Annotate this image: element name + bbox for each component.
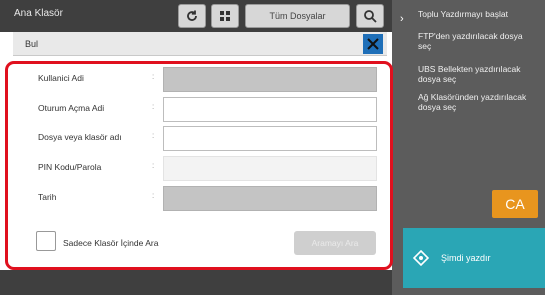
dialog-title: Bul bbox=[25, 39, 39, 49]
folder-only-label: Sadece Klasör İçinde Ara bbox=[63, 238, 159, 248]
login-name-field[interactable] bbox=[163, 97, 377, 122]
all-files-button[interactable]: Tüm Dosyalar bbox=[245, 4, 350, 28]
colon: : bbox=[152, 131, 155, 140]
form-row-username: Kullanici Adi : bbox=[24, 67, 379, 92]
folder-only-checkbox[interactable] bbox=[36, 231, 56, 251]
start-print-label: Şimdi yazdır bbox=[441, 253, 491, 263]
refresh-button[interactable] bbox=[178, 4, 206, 28]
form-row-file-name: Dosya veya klasör adı : bbox=[24, 126, 379, 151]
search-button[interactable] bbox=[356, 4, 384, 28]
start-print-button[interactable]: Şimdi yazdır bbox=[403, 228, 545, 288]
login-name-label: Oturum Açma Adi bbox=[38, 103, 105, 113]
form-row-pin: PIN Kodu/Parola : bbox=[24, 156, 379, 181]
username-label: Kullanici Adi bbox=[38, 73, 84, 83]
folder-title: Ana Klasör bbox=[14, 8, 63, 19]
colon: : bbox=[152, 161, 155, 170]
grid-view-button[interactable] bbox=[211, 4, 239, 28]
date-label: Tarih bbox=[38, 192, 57, 202]
username-field bbox=[163, 67, 377, 92]
search-icon bbox=[364, 10, 377, 23]
dialog-header: Bul bbox=[13, 32, 387, 56]
colon: : bbox=[152, 191, 155, 200]
date-field bbox=[163, 186, 377, 211]
file-name-label: Dosya veya klasör adı bbox=[38, 132, 122, 142]
colon: : bbox=[152, 72, 155, 81]
search-submit-button[interactable]: Aramayı Ara bbox=[294, 231, 376, 255]
close-button[interactable] bbox=[363, 34, 383, 54]
close-icon bbox=[367, 38, 379, 50]
side-item-batch-print[interactable]: Toplu Yazdırmayı başlat bbox=[418, 9, 538, 19]
side-item-usb[interactable]: UBS Bellekten yazdırılacak dosya seç bbox=[418, 64, 538, 84]
start-icon bbox=[413, 250, 429, 266]
side-item-ftp[interactable]: FTP'den yazdırılacak dosya seç bbox=[418, 31, 538, 51]
file-name-field[interactable] bbox=[163, 126, 377, 151]
refresh-icon bbox=[187, 10, 197, 21]
grid-icon bbox=[220, 11, 230, 21]
bottom-bar bbox=[0, 270, 392, 295]
side-item-network[interactable]: Ağ Klasöründen yazdırılacak dosya seç bbox=[418, 92, 538, 112]
form-row-date: Tarih : bbox=[24, 186, 379, 211]
colon: : bbox=[152, 102, 155, 111]
chevron-right-icon: › bbox=[400, 13, 404, 25]
pin-label: PIN Kodu/Parola bbox=[38, 162, 102, 172]
form-row-login-name: Oturum Açma Adi : bbox=[24, 97, 379, 122]
ca-button[interactable]: CA bbox=[492, 190, 538, 218]
pin-field bbox=[163, 156, 377, 181]
top-toolbar: Ana Klasör Tüm Dosyalar bbox=[0, 0, 392, 32]
